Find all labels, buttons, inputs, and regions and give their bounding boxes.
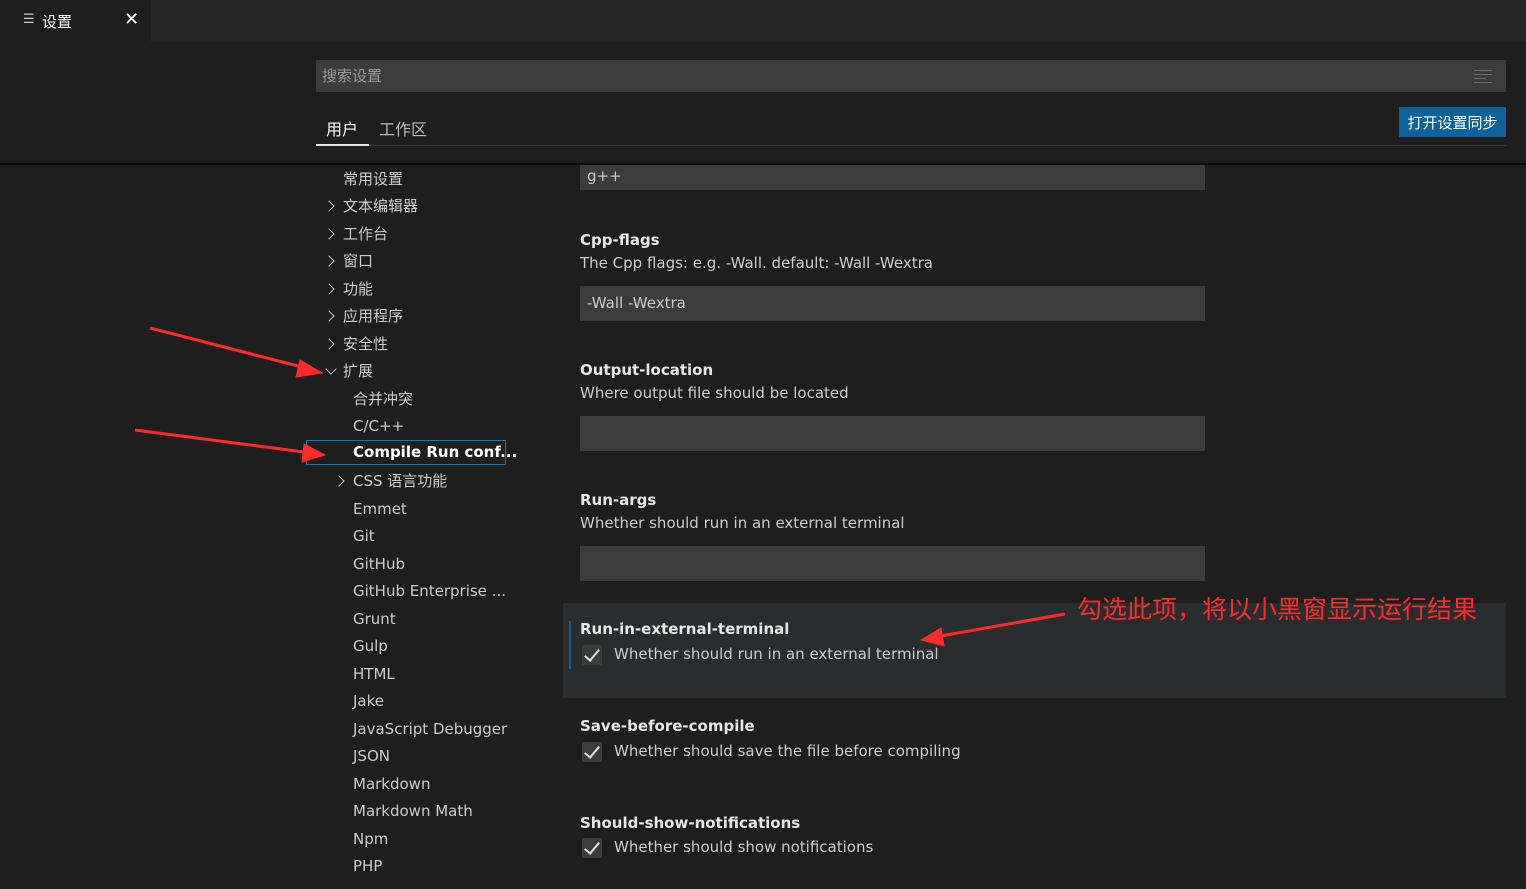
setting-description: Where output file should be located [580,384,849,402]
editor-tab-bar: ☰ 设置 ✕ [0,0,1526,42]
output-location-input[interactable] [580,416,1205,451]
active-tab-indicator [316,144,369,146]
checkmark-icon [584,742,600,759]
checkmark-icon [584,645,600,662]
chevron-right-icon [323,228,335,240]
settings-tab-title: 设置 [42,13,73,31]
toc-item-markdown-math[interactable]: Markdown Math [353,798,473,824]
toc-item-security[interactable]: 安全性 [343,331,388,357]
settings-tab[interactable]: ☰ 设置 ✕ [0,0,151,42]
setting-description[interactable]: Whether should run in an external termin… [614,645,939,663]
clear-filter-icon[interactable] [1474,69,1492,83]
chevron-right-icon [323,338,335,350]
setting-title: Should-show-notifications [580,814,801,832]
toc-item-jake[interactable]: Jake [353,688,384,714]
arrow-to-extensions [149,326,324,378]
setting-title: Run-in-external-terminal [580,620,790,638]
save-before-compile-checkbox[interactable] [582,742,602,762]
tabs-divider [316,145,1506,146]
toc-item-emmet[interactable]: Emmet [353,496,407,522]
search-input[interactable] [316,60,1468,92]
toc-item-application[interactable]: 应用程序 [343,303,403,329]
toc-item-common[interactable]: 常用设置 [343,166,403,192]
arrow-to-compile-run [134,428,327,463]
chevron-right-icon [323,255,335,267]
chevron-right-icon [323,310,335,322]
checkmark-icon [584,838,600,855]
setting-save-before-compile: Save-before-compile [580,717,755,735]
toc-item-gulp[interactable]: Gulp [353,633,388,659]
toc-item-markdown[interactable]: Markdown [353,771,430,797]
setting-output-location: Output-location Where output file should… [580,361,849,402]
setting-description[interactable]: Whether should show notifications [614,838,873,856]
setting-cpp-flags: Cpp-flags The Cpp flags: e.g. -Wall. def… [580,231,933,272]
setting-title: Save-before-compile [580,717,755,735]
run-in-external-terminal-checkbox[interactable] [582,645,602,665]
turn-on-settings-sync-button[interactable]: 打开设置同步 [1399,107,1506,137]
toc-item-workbench[interactable]: 工作台 [343,221,388,247]
should-show-notifications-checkbox[interactable] [582,838,602,858]
setting-title: Run-args [580,491,657,509]
compiler-value: g++ [587,167,622,185]
cpp-flags-value: -Wall -Wextra [587,294,686,312]
setting-should-show-notifications: Should-show-notifications [580,814,800,832]
setting-run-in-external-terminal: Run-in-external-terminal [580,620,789,638]
toc-item-js-debugger[interactable]: JavaScript Debugger [353,716,507,742]
focus-indicator [569,621,571,669]
toc-item-git[interactable]: Git [353,523,375,549]
toc-item-grunt[interactable]: Grunt [353,606,396,632]
setting-title: Cpp-flags [580,231,660,249]
toc-item-github-enterprise[interactable]: GitHub Enterprise ... [353,578,506,604]
toc-item-label: Compile Run conf... [353,443,518,461]
chevron-right-icon [323,200,335,212]
toc-item-compile-run-selected[interactable]: Compile Run conf... [306,440,517,465]
settings-list-icon: ☰ [23,12,35,27]
search-settings-box [316,60,1506,92]
setting-description[interactable]: Whether should save the file before comp… [614,742,961,760]
toc-item-php[interactable]: PHP [353,853,382,879]
toc-item-features[interactable]: 功能 [343,276,373,302]
toc-item-extensions[interactable]: 扩展 [343,358,373,384]
annotation-text: 勾选此项，将以小黑窗显示运行结果 [1077,595,1478,624]
chevron-right-icon [323,283,335,295]
toc-item-github[interactable]: GitHub [353,551,405,577]
setting-description: The Cpp flags: e.g. -Wall. default: -Wal… [580,254,933,272]
toc-item-html[interactable]: HTML [353,661,395,687]
toc-item-window[interactable]: 窗口 [343,248,373,274]
setting-description: Whether should run in an external termin… [580,514,905,532]
toc-item-merge-conflict[interactable]: 合并冲突 [353,386,413,412]
toc-item-text-editor[interactable]: 文本编辑器 [343,193,418,219]
chevron-down-icon [325,363,337,375]
setting-title: Output-location [580,361,714,379]
run-args-input[interactable] [580,546,1205,581]
close-icon[interactable]: ✕ [124,9,139,30]
compiler-input[interactable]: g++ [580,165,1205,190]
toc-item-css[interactable]: CSS 语言功能 [353,468,447,494]
toc-item-json[interactable]: JSON [353,743,390,769]
tab-user[interactable]: 用户 [326,116,358,140]
tab-workspace[interactable]: 工作区 [379,116,427,140]
setting-run-args: Run-args Whether should run in an extern… [580,491,905,532]
toc-item-cpp[interactable]: C/C++ [353,413,404,439]
toc-item-npm[interactable]: Npm [353,826,388,852]
chevron-right-icon [333,475,345,487]
cpp-flags-input[interactable]: -Wall -Wextra [580,286,1205,321]
